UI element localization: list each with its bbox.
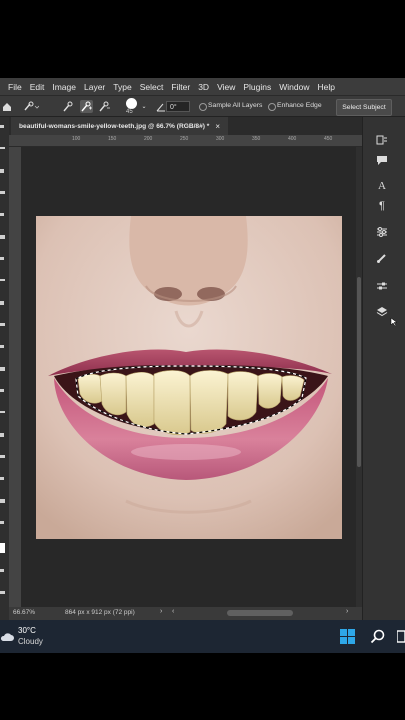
- adjustments-icon[interactable]: [375, 225, 389, 239]
- quick-selection-tool-preset-icon[interactable]: [22, 100, 40, 113]
- ruler-tick: 250: [180, 136, 189, 142]
- close-icon[interactable]: ×: [215, 122, 220, 131]
- status-bar: 66.67% 864 px x 912 px (72 ppi) › ‹ ›: [9, 607, 362, 620]
- comments-icon[interactable]: [375, 153, 389, 167]
- mouse-cursor-icon: [387, 315, 401, 329]
- search-icon[interactable]: [370, 629, 385, 649]
- document-size: 864 px x 912 px (72 ppi): [65, 609, 135, 616]
- menu-file[interactable]: File: [8, 82, 22, 92]
- ruler-tick: 100: [72, 136, 81, 142]
- chevron-left-icon[interactable]: ‹: [172, 608, 174, 615]
- menu-help[interactable]: Help: [317, 82, 334, 92]
- home-icon[interactable]: [0, 100, 13, 113]
- ruler-tick: 300: [216, 136, 225, 142]
- new-selection-brush-icon[interactable]: [62, 100, 75, 113]
- vertical-scrollbar-thumb[interactable]: [357, 277, 361, 467]
- enhance-edge-label: Enhance Edge: [277, 102, 322, 109]
- subtract-from-selection-brush-icon[interactable]: [98, 100, 111, 113]
- brush-settings-icon[interactable]: [375, 251, 389, 265]
- character-icon[interactable]: A: [375, 179, 389, 193]
- menu-window[interactable]: Window: [279, 82, 309, 92]
- menu-3d[interactable]: 3D: [198, 82, 209, 92]
- tool-icons-strip[interactable]: [0, 117, 9, 620]
- angle-input[interactable]: 0°: [166, 101, 190, 112]
- sample-all-layers-checkbox[interactable]: [199, 103, 207, 111]
- enhance-edge-checkbox[interactable]: [268, 103, 276, 111]
- ruler-tick: 200: [144, 136, 153, 142]
- menu-layer[interactable]: Layer: [84, 82, 105, 92]
- paragraph-icon[interactable]: ¶: [375, 199, 389, 213]
- weather-temperature[interactable]: 30°C: [18, 626, 36, 635]
- menu-bar: File Edit Image Layer Type Select Filter…: [0, 78, 405, 95]
- menu-filter[interactable]: Filter: [171, 82, 190, 92]
- document-tab-bar: beautiful-womans-smile-yellow-teeth.jpg …: [9, 117, 362, 135]
- select-subject-button[interactable]: Select Subject: [336, 99, 392, 116]
- zoom-level[interactable]: 66.67%: [13, 609, 35, 616]
- ruler-tick: 450: [324, 136, 333, 142]
- taskbar: 30°C Cloudy: [0, 620, 405, 653]
- menu-image[interactable]: Image: [52, 82, 76, 92]
- chevron-right-icon[interactable]: ›: [160, 608, 162, 615]
- options-bar: 45 ⌄ 0° Sample All Layers Enhance Edge S…: [0, 95, 405, 117]
- ruler-tick: 400: [288, 136, 297, 142]
- document-tab-title: beautiful-womans-smile-yellow-teeth.jpg …: [19, 122, 210, 130]
- history-icon[interactable]: [375, 133, 389, 147]
- sample-all-layers-label: Sample All Layers: [208, 102, 263, 109]
- scroll-right-icon[interactable]: ›: [346, 608, 348, 615]
- properties-icon[interactable]: [375, 279, 389, 293]
- horizontal-scrollbar-thumb[interactable]: [227, 610, 293, 616]
- ruler-tick: 150: [108, 136, 117, 142]
- menu-view[interactable]: View: [217, 82, 235, 92]
- ruler-tick: 350: [252, 136, 261, 142]
- menu-type[interactable]: Type: [113, 82, 131, 92]
- ruler-horizontal: 100 150 200 250 300 350 400 450: [9, 135, 362, 147]
- right-panel-dock: A ¶: [362, 117, 405, 620]
- brush-size-value: 45: [126, 109, 133, 115]
- cloud-weather-icon: [0, 629, 15, 647]
- task-view-icon[interactable]: [396, 629, 405, 649]
- ruler-vertical: [9, 147, 21, 607]
- menu-select[interactable]: Select: [140, 82, 164, 92]
- windows-start-icon[interactable]: [340, 629, 355, 649]
- menu-edit[interactable]: Edit: [30, 82, 45, 92]
- weather-condition[interactable]: Cloudy: [18, 637, 43, 646]
- tools-panel: [0, 117, 9, 620]
- photo-smile-image[interactable]: [36, 216, 342, 539]
- menu-plugins[interactable]: Plugins: [243, 82, 271, 92]
- brush-preview-icon[interactable]: [126, 98, 137, 109]
- document-tab[interactable]: beautiful-womans-smile-yellow-teeth.jpg …: [11, 117, 229, 135]
- chevron-down-icon[interactable]: ⌄: [140, 100, 148, 113]
- add-to-selection-brush-icon[interactable]: [80, 100, 93, 113]
